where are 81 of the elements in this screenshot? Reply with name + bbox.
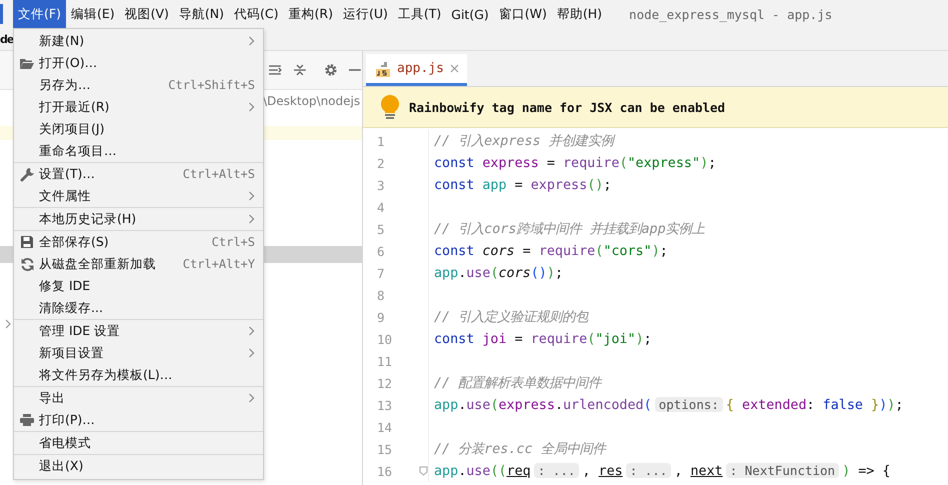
settings-icon[interactable]	[324, 63, 338, 77]
code-line: const cors = require("cors");	[433, 244, 668, 258]
notification-text: Rainbowify tag name for JSX can be enabled	[409, 100, 726, 114]
menu-item[interactable]: 本地历史记录(H)	[14, 208, 263, 230]
shortcut-label: Ctrl+Alt+S	[182, 167, 255, 181]
line-number: 9	[376, 310, 386, 324]
menu-item[interactable]: 重命名项目…	[14, 140, 263, 162]
menu-item[interactable]: 新项目设置	[14, 342, 263, 364]
code-line: const express = require("express");	[433, 156, 716, 170]
menu-item[interactable]: 管理 IDE 设置	[14, 320, 263, 342]
expand-icon[interactable]	[268, 63, 282, 77]
line-number: 11	[376, 354, 394, 368]
lightbulb-icon	[379, 94, 401, 120]
menu-item[interactable]: 新建(N)	[14, 30, 263, 52]
save-icon	[20, 235, 34, 249]
menu-bar-item[interactable]: 运行(U)	[338, 0, 393, 28]
line-number: 16	[376, 464, 394, 478]
wrench-icon	[20, 166, 34, 182]
code-line: const joi = require("joi");	[433, 332, 652, 346]
code-line: // 配置解析表单数据中间件	[433, 375, 602, 392]
menu-item[interactable]: 打开最近(R)	[14, 96, 263, 118]
folder-icon	[19, 56, 35, 70]
menu-item[interactable]: 修复 IDE	[14, 275, 263, 297]
menu-item[interactable]: 另存为… Ctrl+Shift+S	[14, 74, 263, 96]
close-icon[interactable]	[450, 64, 459, 73]
menu-item[interactable]: 清除缓存...	[14, 297, 263, 319]
menu-item[interactable]: 退出(X)	[14, 455, 263, 477]
menu-bar-item[interactable]: 文件(F)	[13, 0, 66, 28]
line-number: 7	[376, 266, 386, 280]
line-number: 1	[376, 134, 386, 148]
line-number: 3	[376, 178, 386, 192]
menu-bar-item[interactable]: 帮助(H)	[552, 0, 608, 28]
code-line: app.use(express.urlencoded( options: { extended: false }));	[433, 397, 904, 413]
menu-bar-item[interactable]: 导航(N)	[174, 0, 230, 28]
reload-icon	[20, 256, 34, 272]
line-number: 6	[376, 244, 386, 258]
project-path: \Desktop\nodejs	[263, 94, 360, 108]
line-number: 8	[376, 288, 386, 302]
collapse-icon[interactable]	[292, 63, 306, 77]
code-line: const app = express();	[433, 178, 612, 192]
shortcut-label: Ctrl+Shift+S	[168, 78, 255, 92]
menu-item[interactable]: 打开(O)…	[14, 52, 263, 74]
menu-item[interactable]: 将文件另存为模板(L)…	[14, 364, 263, 386]
printer-icon	[19, 413, 35, 427]
code-line: app.use(cors());	[433, 266, 563, 280]
code-line: // 分装res.cc 全局中间件	[433, 441, 606, 458]
menu-bar-item[interactable]: 窗口(W)	[494, 0, 552, 28]
menu-item[interactable]: 全部保存(S) Ctrl+S	[14, 231, 263, 253]
js-file-icon	[375, 60, 391, 76]
menu-item[interactable]: 从磁盘全部重新加载 Ctrl+Alt+Y	[14, 253, 263, 275]
line-number: 13	[376, 398, 394, 412]
code-line: // 引入定义验证规则的包	[433, 308, 588, 326]
menu-item[interactable]: 打印(P)…	[14, 409, 263, 431]
menu-item[interactable]: 省电模式	[14, 432, 263, 454]
chevron-icon[interactable]	[4, 319, 12, 329]
line-number: 4	[376, 200, 386, 214]
menu-bar-item[interactable]: Git(G)	[446, 0, 494, 28]
menu-item[interactable]: 设置(T)… Ctrl+Alt+S	[14, 163, 263, 185]
code-line: // 引入cors跨域中间件 并挂载到app实例上	[433, 220, 705, 238]
line-number: 15	[376, 442, 394, 456]
shortcut-label: Ctrl+S	[212, 235, 255, 249]
breadcrumb[interactable]: de	[0, 32, 14, 46]
menu-bar-item[interactable]: 视图(V)	[120, 0, 174, 28]
code-line: app.use((req : ... , res : ... , next : NextFunction ) => {	[433, 463, 890, 479]
editor-tab[interactable]: app.js	[366, 54, 467, 86]
menu-item[interactable]: 导出	[14, 387, 263, 409]
code-line: // 引入express 并创建实例	[433, 132, 614, 150]
line-number: 12	[376, 376, 394, 390]
menu-bar-item[interactable]: 重构(R)	[284, 0, 338, 28]
line-number: 14	[376, 420, 394, 434]
line-number: 5	[376, 222, 386, 236]
shortcut-label: Ctrl+Alt+Y	[182, 257, 255, 271]
menu-bar-item[interactable]: 编辑(E)	[66, 0, 120, 28]
line-number: 2	[376, 156, 386, 170]
menu-bar-item[interactable]: 代码(C)	[229, 0, 284, 28]
menu-item[interactable]: 关闭项目(J)	[14, 118, 263, 140]
window-title: node_express_mysql - app.js	[629, 6, 832, 22]
line-number: 10	[376, 332, 394, 346]
menu-item[interactable]: 文件属性	[14, 185, 263, 207]
menu-bar-item[interactable]: 工具(T)	[392, 0, 446, 28]
window-edge	[0, 4, 3, 24]
